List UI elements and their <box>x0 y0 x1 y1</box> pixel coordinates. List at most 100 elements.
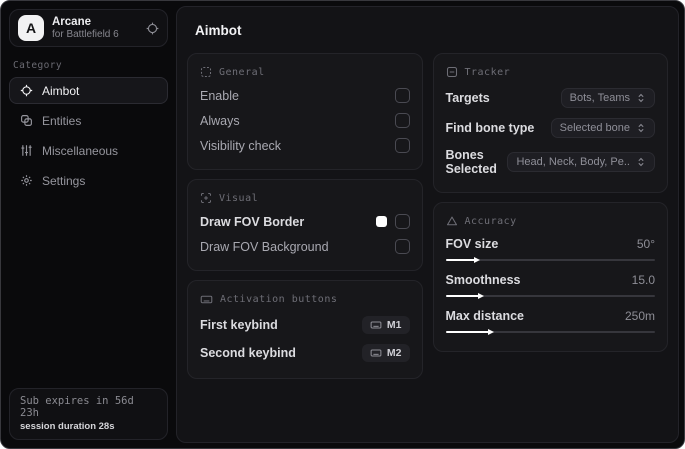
row-label: Smoothness <box>445 273 521 287</box>
chevron-up-down-icon <box>638 93 644 103</box>
always-checkbox[interactable] <box>394 113 410 128</box>
row-label: Enable <box>200 88 239 103</box>
slider-value: 50° <box>636 237 655 251</box>
sidebar-item-miscellaneous[interactable]: Miscellaneous <box>9 137 168 164</box>
chevron-up-down-icon <box>638 123 644 133</box>
row-label: Bones Selected <box>445 148 497 176</box>
keyboard-icon <box>370 349 382 357</box>
activation-row-second-keybind: Second keybind M2 <box>200 339 410 367</box>
sidebar-item-label: Settings <box>42 173 86 188</box>
general-card-header: General <box>200 66 410 78</box>
right-column: Tracker Targets Bots, Teams Find bone ty… <box>432 53 668 352</box>
keyboard-icon <box>370 321 382 329</box>
row-label: Draw FOV Border <box>200 214 305 229</box>
sidebar-item-aimbot[interactable]: Aimbot <box>9 77 168 104</box>
find-bone-type-dropdown[interactable]: Selected bone <box>550 118 655 138</box>
slider-thumb[interactable] <box>488 329 495 335</box>
brand-name: Arcane <box>52 15 91 28</box>
crosshair-icon <box>19 84 33 97</box>
smoothness-slider[interactable] <box>445 293 655 299</box>
sub-expires-text: Sub expires in 56d 23h <box>20 395 134 419</box>
slider-thumb[interactable] <box>473 257 480 263</box>
tracker-card: Tracker Targets Bots, Teams Find bone ty… <box>432 53 668 193</box>
target-icon[interactable] <box>146 22 159 35</box>
brand-logo: A <box>18 15 44 41</box>
enable-checkbox[interactable] <box>394 88 410 103</box>
sliders-icon <box>19 144 33 157</box>
bones-selected-dropdown[interactable]: Head, Neck, Body, Pe.. <box>507 152 655 172</box>
first-keybind-button[interactable]: M1 <box>361 316 410 334</box>
slider-value: 250m <box>624 309 655 323</box>
fov-border-color-swatch[interactable] <box>375 216 387 227</box>
keybind-value: M1 <box>386 319 402 331</box>
brand-text: Arcane for Battlefield 6 <box>52 15 119 42</box>
sidebar-item-label: Entities <box>42 113 82 128</box>
visual-row-fov-background: Draw FOV Background <box>200 234 410 259</box>
dropdown-value: Bots, Teams <box>569 92 630 104</box>
row-label: Draw FOV Background <box>200 239 329 254</box>
sidebar-item-settings[interactable]: Settings <box>9 167 168 194</box>
row-label: Always <box>200 113 240 128</box>
category-label: Category <box>13 60 62 71</box>
smoothness-slider-block: Smoothness 15.0 <box>445 268 655 304</box>
app-window: A Arcane for Battlefield 6 Category Aimb… <box>0 0 685 449</box>
visibility-check-checkbox[interactable] <box>394 138 410 153</box>
focus-plus-icon <box>200 192 212 204</box>
max-distance-slider[interactable] <box>445 329 655 335</box>
main-panel: Aimbot General Enable Always Visibility … <box>176 6 679 443</box>
tracker-row-targets: Targets Bots, Teams <box>445 83 655 113</box>
entities-icon <box>19 114 33 127</box>
dropdown-value: Selected bone <box>559 122 630 134</box>
general-card: General Enable Always Visibility check <box>187 53 423 170</box>
fov-size-slider-block: FOV size 50° <box>445 232 655 268</box>
accuracy-card: Accuracy FOV size 50° Smoothness 15.0 Ma… <box>432 202 668 352</box>
fov-size-slider[interactable] <box>445 257 655 263</box>
row-label: FOV size <box>445 237 499 251</box>
row-label: Second keybind <box>200 346 296 360</box>
sidebar-item-entities[interactable]: Entities <box>9 107 168 134</box>
subscription-card: Sub expires in 56d 23h session duration … <box>9 388 168 440</box>
second-keybind-button[interactable]: M2 <box>361 344 410 362</box>
general-row-visibility-check: Visibility check <box>200 133 410 158</box>
keybind-value: M2 <box>386 347 402 359</box>
brand-subtitle: for Battlefield 6 <box>52 28 119 40</box>
general-row-enable: Enable <box>200 83 410 108</box>
fov-border-checkbox[interactable] <box>394 214 410 229</box>
scan-line-icon <box>446 66 457 78</box>
session-duration-text: session duration 28s <box>20 421 115 432</box>
dropdown-value: Head, Neck, Body, Pe.. <box>516 156 630 168</box>
brand-card: A Arcane for Battlefield 6 <box>9 9 168 47</box>
row-label: Find bone type <box>445 121 535 135</box>
tracker-row-bones-selected: Bones Selected Head, Neck, Body, Pe.. <box>445 143 655 181</box>
slider-value: 15.0 <box>631 273 655 287</box>
row-label: First keybind <box>200 318 278 332</box>
row-label: Targets <box>445 91 490 105</box>
sidebar: A Arcane for Battlefield 6 Category Aimb… <box>1 1 176 448</box>
accuracy-card-header: Accuracy <box>446 215 656 227</box>
page-title: Aimbot <box>195 23 242 38</box>
tracker-row-find-bone-type: Find bone type Selected bone <box>445 113 655 143</box>
visual-card: Visual Draw FOV Border Draw FOV Backgrou… <box>187 179 423 271</box>
tracker-card-header: Tracker <box>446 66 656 78</box>
left-column: General Enable Always Visibility check V… <box>187 53 423 379</box>
grid-dashed-icon <box>200 66 212 78</box>
gear-icon <box>19 174 33 187</box>
fov-background-checkbox[interactable] <box>394 239 410 254</box>
slider-thumb[interactable] <box>478 293 485 299</box>
visual-card-header: Visual <box>200 192 410 204</box>
sidebar-item-label: Aimbot <box>42 83 80 98</box>
targets-dropdown[interactable]: Bots, Teams <box>560 88 655 108</box>
activation-card-header: Activation buttons <box>200 293 410 306</box>
activation-card: Activation buttons First keybind M1 Seco… <box>187 280 423 379</box>
row-label: Max distance <box>445 309 525 323</box>
activation-row-first-keybind: First keybind M1 <box>200 311 410 339</box>
visual-row-fov-border: Draw FOV Border <box>200 209 410 234</box>
chevron-up-down-icon <box>638 157 644 167</box>
sidebar-item-label: Miscellaneous <box>42 143 119 158</box>
keyboard-icon <box>200 295 213 304</box>
sidebar-nav: Aimbot Entities Miscellaneous Settings <box>9 77 168 194</box>
triangle-icon <box>446 216 457 226</box>
general-row-always: Always <box>200 108 410 133</box>
max-distance-slider-block: Max distance 250m <box>445 304 655 340</box>
row-label: Visibility check <box>200 138 282 153</box>
